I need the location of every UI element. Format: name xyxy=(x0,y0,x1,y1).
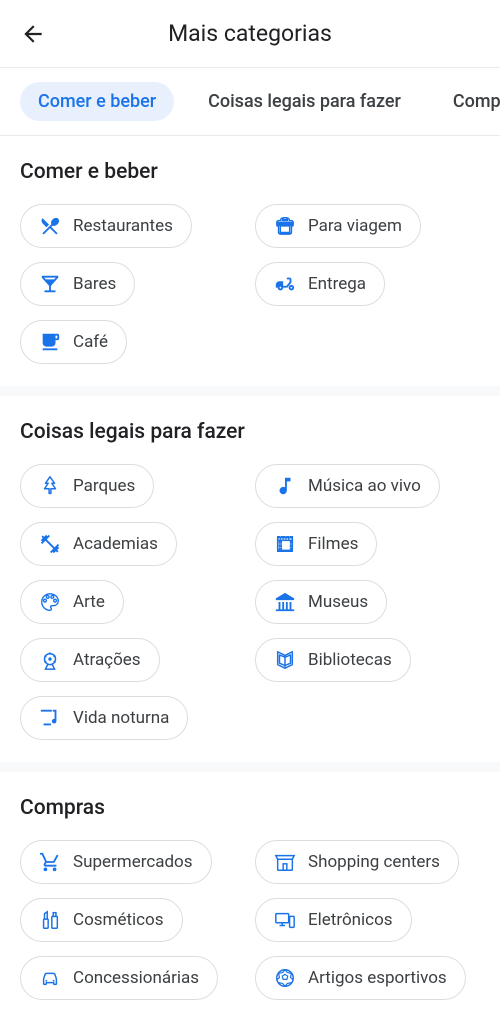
chip-delivery[interactable]: Entrega xyxy=(255,262,385,306)
chip-label: Música ao vivo xyxy=(308,476,421,496)
page-title: Mais categorias xyxy=(0,20,500,47)
section-divider xyxy=(0,386,500,396)
movie-icon xyxy=(274,533,296,555)
section-title-shop: Compras xyxy=(20,796,480,820)
chip-cafe[interactable]: Café xyxy=(20,320,127,364)
chip-movies[interactable]: Filmes xyxy=(255,522,377,566)
chip-restaurants[interactable]: Restaurantes xyxy=(20,204,192,248)
header: Mais categorias xyxy=(0,0,500,68)
chip-live-music[interactable]: Música ao vivo xyxy=(255,464,440,508)
section-shopping: Compras Supermercados Shopping centers C… xyxy=(0,772,500,1022)
chip-label: Cosméticos xyxy=(73,910,164,930)
chip-grid-shop: Supermercados Shopping centers Cosmético… xyxy=(20,840,480,1000)
chip-shopping-centers[interactable]: Shopping centers xyxy=(255,840,459,884)
category-tabs: Comer e beber Coisas legais para fazer C… xyxy=(0,68,500,136)
chip-label: Bares xyxy=(73,274,116,294)
chip-cosmetics[interactable]: Cosméticos xyxy=(20,898,183,942)
chip-label: Arte xyxy=(73,592,105,612)
car-icon xyxy=(39,967,61,989)
chip-label: Artigos esportivos xyxy=(308,968,447,988)
chip-label: Café xyxy=(73,332,108,352)
palette-icon xyxy=(39,591,61,613)
section-fun-things: Coisas legais para fazer Parques Música … xyxy=(0,396,500,762)
restaurant-icon xyxy=(39,215,61,237)
chip-libraries[interactable]: Bibliotecas xyxy=(255,638,411,682)
mall-icon xyxy=(274,851,296,873)
chip-label: Para viagem xyxy=(308,216,402,236)
chip-label: Eletrônicos xyxy=(308,910,393,930)
chip-museums[interactable]: Museus xyxy=(255,580,387,624)
takeout-bag-icon xyxy=(274,215,296,237)
chip-parks[interactable]: Parques xyxy=(20,464,154,508)
chip-grid-fun: Parques Música ao vivo Academias Filmes … xyxy=(20,464,480,740)
chip-label: Museus xyxy=(308,592,368,612)
section-food-drink: Comer e beber Restaurantes Para viagem B… xyxy=(0,136,500,386)
electronics-icon xyxy=(274,909,296,931)
tab-shopping[interactable]: Compras xyxy=(435,82,500,121)
chip-label: Atrações xyxy=(73,650,141,670)
back-button[interactable] xyxy=(20,21,46,47)
music-note-icon xyxy=(274,475,296,497)
chip-sporting-goods[interactable]: Artigos esportivos xyxy=(255,956,466,1000)
chip-label: Parques xyxy=(73,476,135,496)
section-divider xyxy=(0,762,500,772)
cosmetics-icon xyxy=(39,909,61,931)
chip-label: Filmes xyxy=(308,534,358,554)
chip-label: Entrega xyxy=(308,274,366,294)
section-title-food: Comer e beber xyxy=(20,160,480,184)
ferris-wheel-icon xyxy=(39,649,61,671)
nightlife-icon xyxy=(39,707,61,729)
chip-attractions[interactable]: Atrações xyxy=(20,638,160,682)
chip-takeout[interactable]: Para viagem xyxy=(255,204,421,248)
chip-nightlife[interactable]: Vida noturna xyxy=(20,696,188,740)
chip-art[interactable]: Arte xyxy=(20,580,124,624)
chip-label: Restaurantes xyxy=(73,216,173,236)
chip-label: Bibliotecas xyxy=(308,650,392,670)
chip-groceries[interactable]: Supermercados xyxy=(20,840,212,884)
tree-icon xyxy=(39,475,61,497)
tab-fun-things[interactable]: Coisas legais para fazer xyxy=(190,82,419,121)
chip-label: Supermercados xyxy=(73,852,193,872)
chip-label: Academias xyxy=(73,534,158,554)
sports-ball-icon xyxy=(274,967,296,989)
chip-gyms[interactable]: Academias xyxy=(20,522,177,566)
chip-electronics[interactable]: Eletrônicos xyxy=(255,898,412,942)
cafe-icon xyxy=(39,331,61,353)
back-arrow-icon xyxy=(20,21,46,47)
library-icon xyxy=(274,649,296,671)
chip-label: Concessionárias xyxy=(73,968,199,988)
cocktail-icon xyxy=(39,273,61,295)
chip-car-dealers[interactable]: Concessionárias xyxy=(20,956,218,1000)
section-title-fun: Coisas legais para fazer xyxy=(20,420,480,444)
tab-food-drink[interactable]: Comer e beber xyxy=(20,82,174,121)
chip-grid-food: Restaurantes Para viagem Bares Entrega C… xyxy=(20,204,480,364)
dumbbell-icon xyxy=(39,533,61,555)
museum-icon xyxy=(274,591,296,613)
chip-label: Vida noturna xyxy=(73,708,169,728)
grocery-cart-icon xyxy=(39,851,61,873)
chip-bars[interactable]: Bares xyxy=(20,262,135,306)
scooter-icon xyxy=(274,273,296,295)
chip-label: Shopping centers xyxy=(308,852,440,872)
